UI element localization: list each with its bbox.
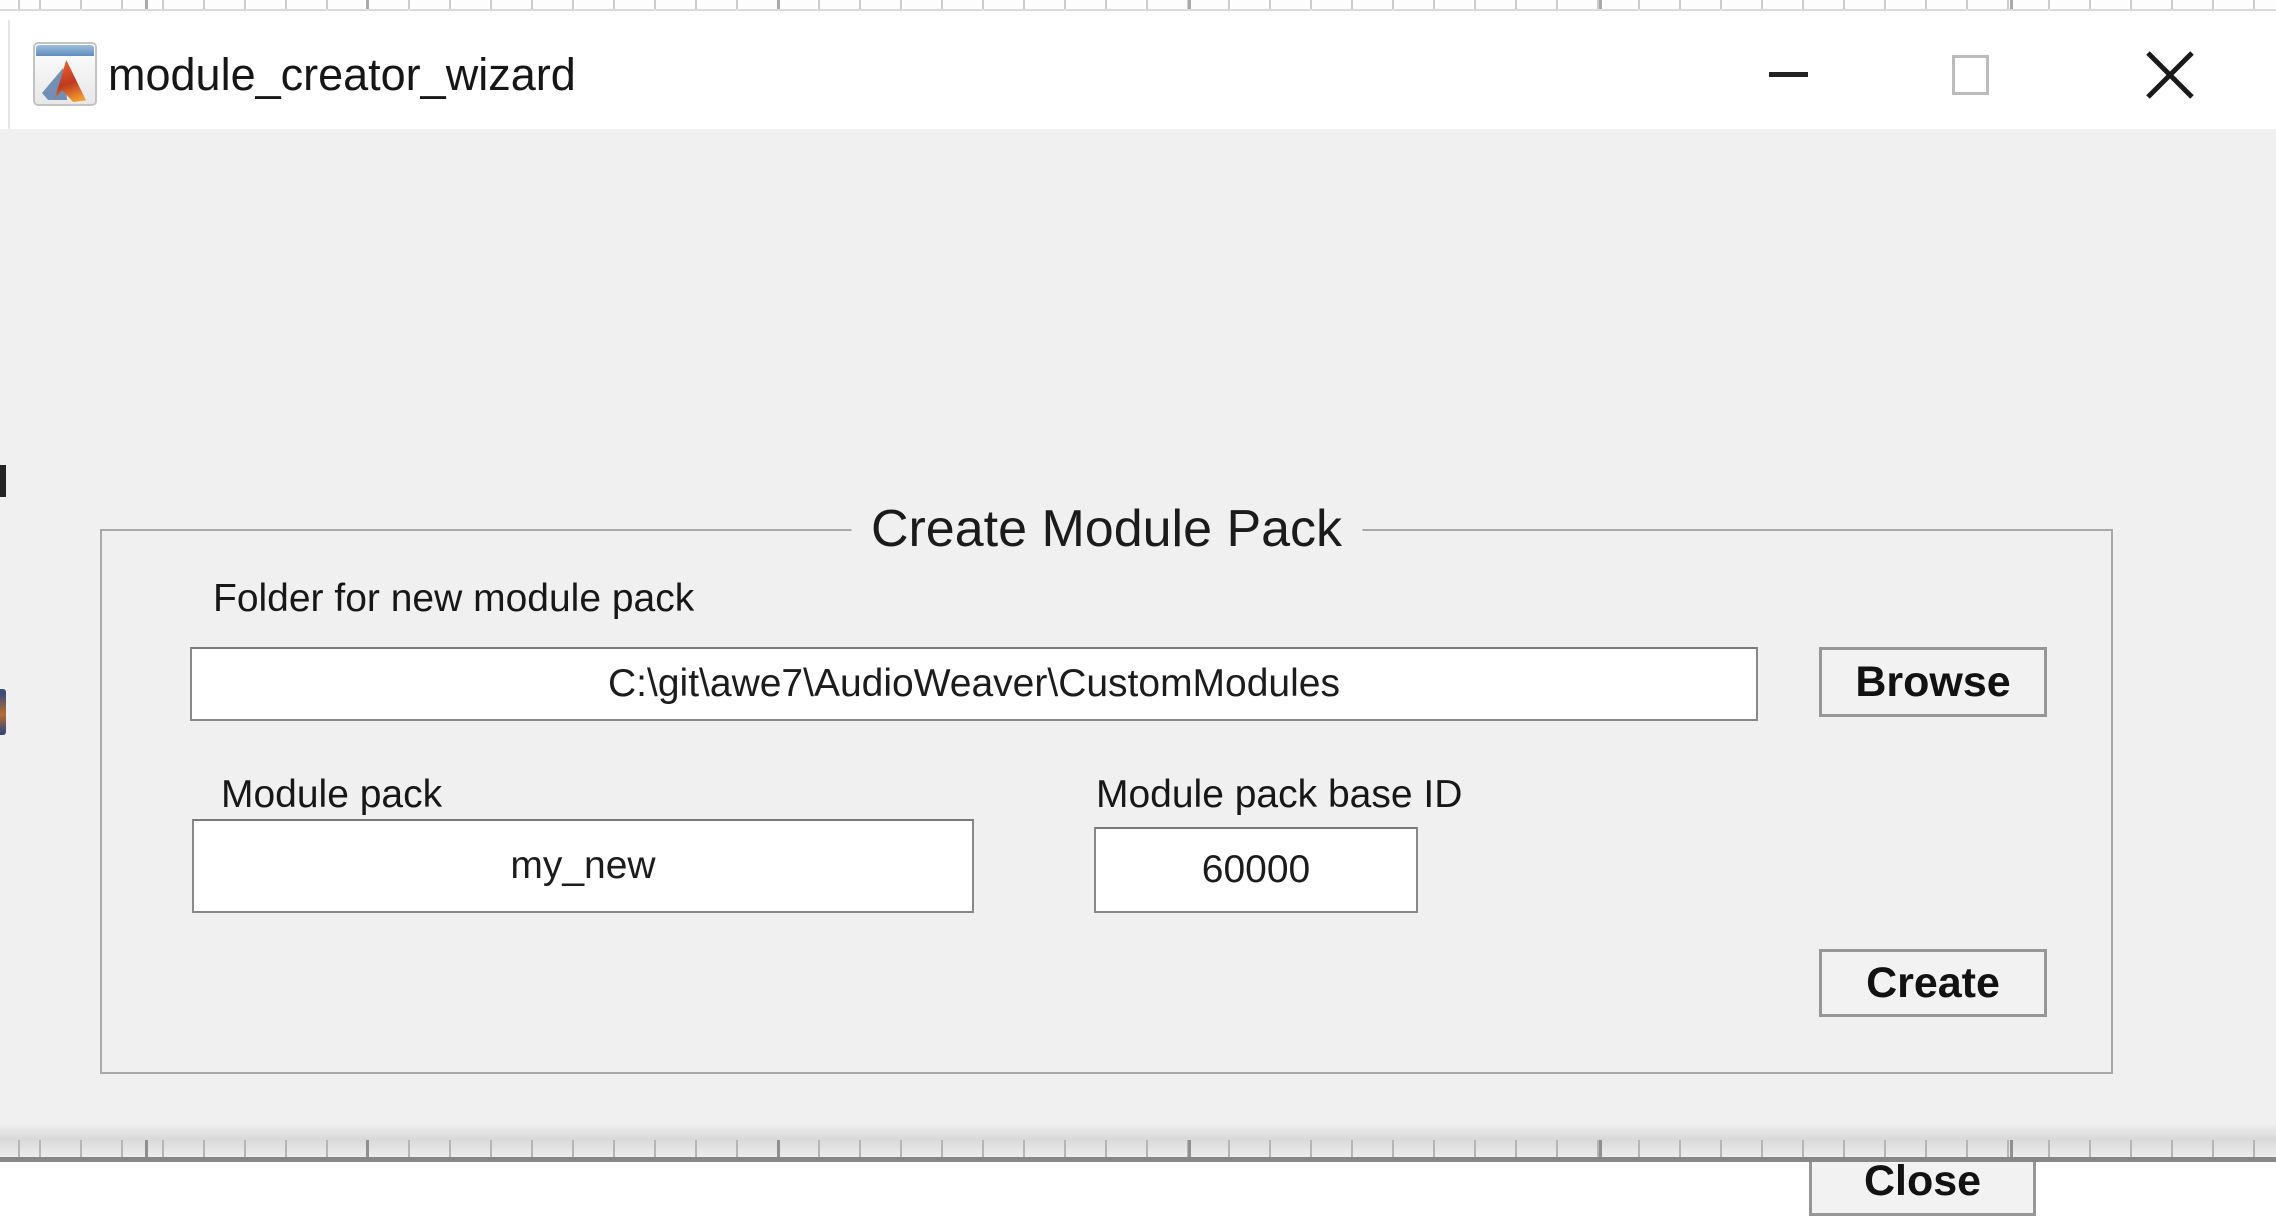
matlab-membrane-logo-icon xyxy=(42,60,90,102)
module-pack-input[interactable] xyxy=(192,819,974,913)
close-window-button[interactable] xyxy=(2120,31,2220,119)
background-artifact xyxy=(0,465,6,497)
module-pack-label: Module pack xyxy=(221,771,442,819)
folder-path-input[interactable] xyxy=(190,647,1758,721)
create-button[interactable]: Create xyxy=(1819,949,2047,1017)
browse-button[interactable]: Browse xyxy=(1819,647,2047,717)
window-border xyxy=(8,20,10,140)
minimize-icon xyxy=(1769,72,1808,77)
create-module-pack-groupbox: Create Module Pack Folder for new module… xyxy=(100,529,2113,1074)
background-artifact xyxy=(0,689,6,735)
app-icon-titlebar-strip xyxy=(36,45,94,56)
base-id-input[interactable] xyxy=(1094,827,1418,913)
background-ruler-top xyxy=(0,0,2276,9)
window-titlebar[interactable]: module_creator_wizard xyxy=(0,9,2276,129)
minimize-button[interactable] xyxy=(1748,31,1828,119)
window-drop-shadow xyxy=(0,1122,2276,1140)
dialog-client-area: Create Module Pack Folder for new module… xyxy=(0,129,2276,1140)
maximize-button xyxy=(1928,31,2008,119)
matlab-app-icon xyxy=(33,42,97,106)
base-id-label: Module pack base ID xyxy=(1096,771,1462,819)
background-ruler-bottom xyxy=(0,1140,2276,1162)
close-icon xyxy=(2120,31,2220,119)
window-title: module_creator_wizard xyxy=(108,47,576,103)
groupbox-title: Create Module Pack xyxy=(851,494,1362,564)
folder-field-label: Folder for new module pack xyxy=(213,575,694,623)
screen: module_creator_wizard Create Module Pack… xyxy=(0,0,2276,1162)
maximize-icon xyxy=(1952,55,1989,95)
